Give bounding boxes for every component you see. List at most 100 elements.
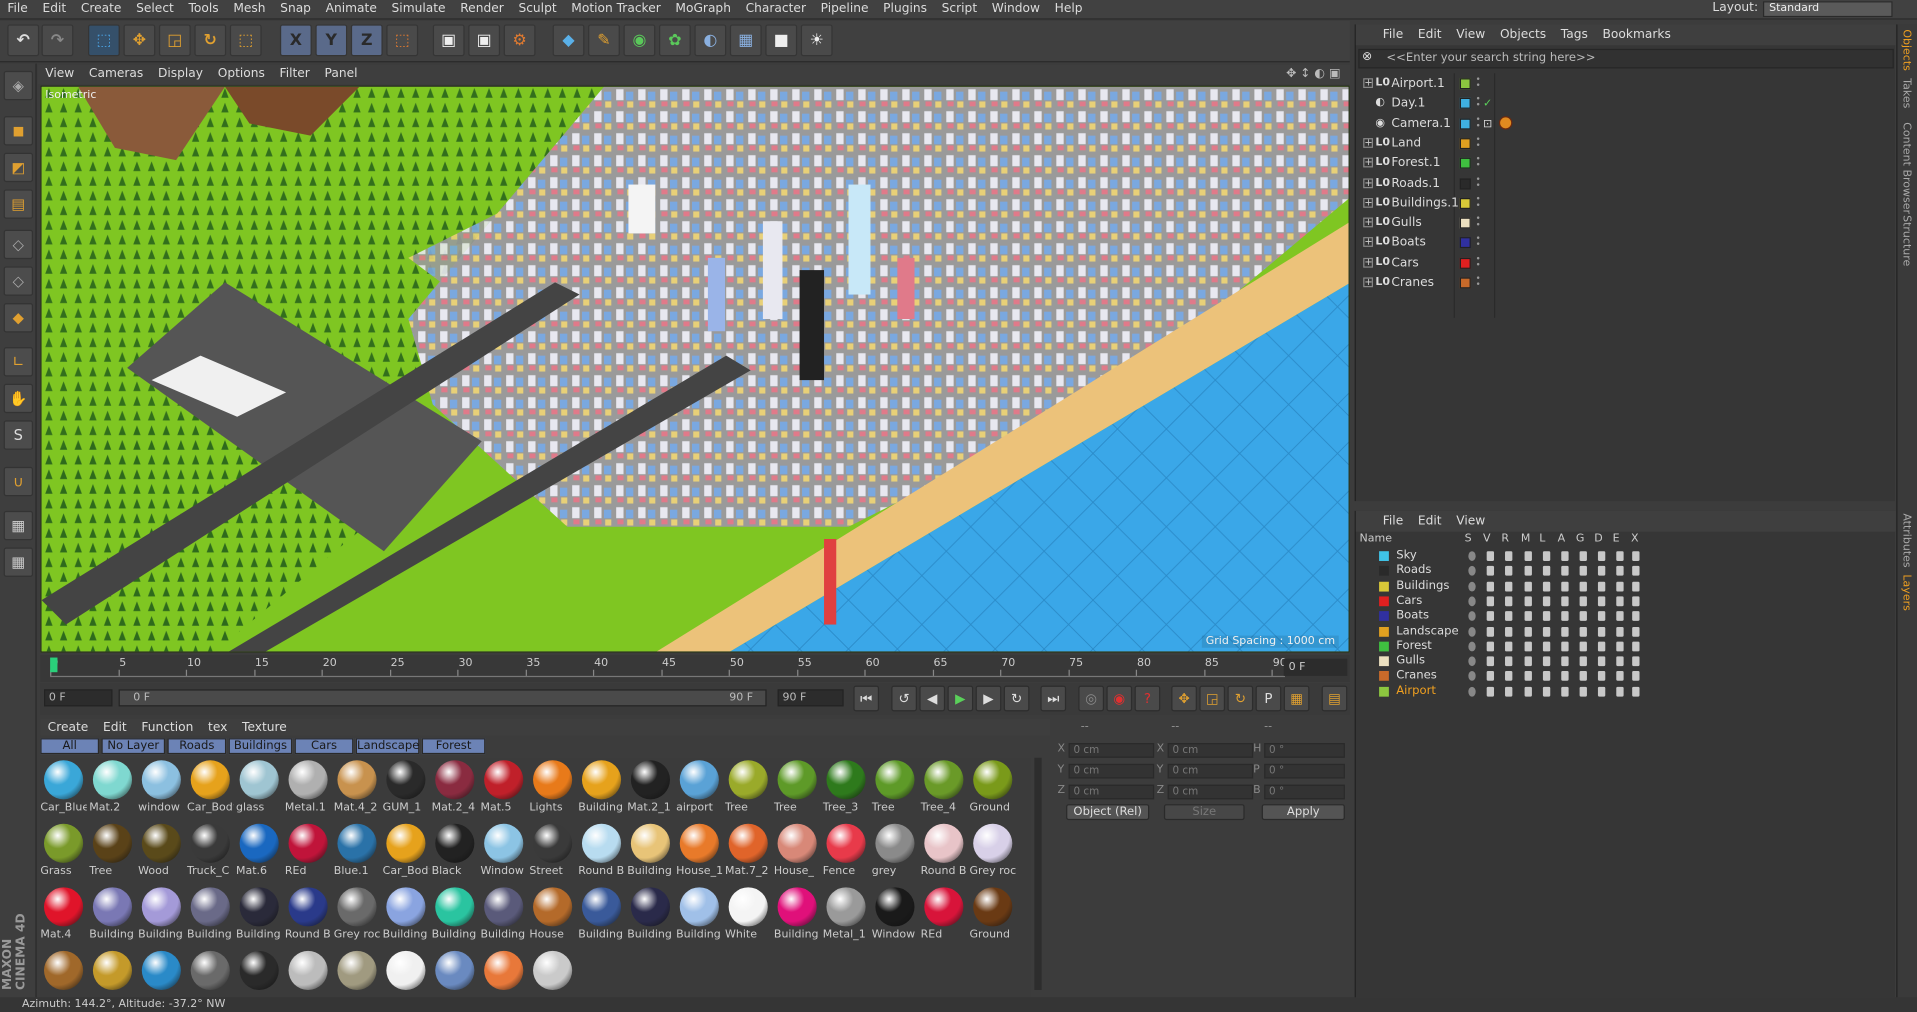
layer-toggle-icon[interactable] [1542, 626, 1551, 637]
layer-toggle-icon[interactable] [1632, 641, 1640, 652]
material-menu-create[interactable]: Create [40, 720, 95, 737]
menu-character[interactable]: Character [738, 0, 813, 18]
layer-toggle-icon[interactable] [1616, 551, 1624, 561]
object-row[interactable]: ◐ Day.1 • • [1356, 94, 1896, 114]
size-field[interactable]: 0 cm [1167, 743, 1254, 758]
material-swatch[interactable]: Building [187, 885, 233, 946]
layer-toggle-icon[interactable] [1486, 656, 1495, 667]
layer-toggle-icon[interactable] [1561, 626, 1569, 637]
subdivision-surface-icon[interactable]: ◉ [623, 24, 656, 57]
material-swatch[interactable]: Ground [970, 885, 1016, 946]
camera-icon[interactable]: ■ [765, 24, 798, 57]
material-tab-no-layer[interactable]: No Layer [101, 738, 166, 755]
visibility-dots-icon[interactable]: • • [1476, 95, 1481, 110]
material-swatch[interactable]: Fence [823, 821, 869, 882]
material-swatch[interactable]: Building [676, 885, 722, 946]
layer-toggle-icon[interactable] [1486, 626, 1495, 637]
material-swatch[interactable]: Truck_C [187, 821, 233, 882]
menu-render[interactable]: Render [453, 0, 511, 18]
visibility-dots-icon[interactable]: • • [1476, 175, 1481, 190]
object-row[interactable]: + L0 Boats • • [1356, 234, 1896, 254]
timeline-window-icon[interactable]: ▤ [1321, 685, 1348, 712]
go-to-end-icon[interactable]: ⏭ [1040, 685, 1067, 712]
layer-toggle-icon[interactable] [1486, 596, 1495, 607]
object-row[interactable]: + L0 Cranes • • [1356, 274, 1896, 294]
layer-toggle-icon[interactable] [1579, 551, 1587, 561]
layer-row[interactable]: Gulls [1356, 654, 1896, 669]
viewport-menu-options[interactable]: Options [210, 65, 272, 85]
layer-toggle-icon[interactable] [1505, 641, 1513, 652]
layer-toggle-icon[interactable] [1579, 671, 1587, 682]
menu-sculpt[interactable]: Sculpt [511, 0, 564, 18]
layer-toggle-icon[interactable] [1561, 686, 1569, 697]
layer-toggle-icon[interactable] [1542, 641, 1551, 652]
layer-toggle-icon[interactable] [1505, 581, 1513, 592]
layer-toggle-icon[interactable] [1632, 656, 1640, 667]
material-tab-roads[interactable]: Roads [167, 738, 227, 755]
layer-toggle-icon[interactable] [1561, 581, 1569, 592]
material-swatch[interactable]: window [138, 758, 184, 819]
menu-help[interactable]: Help [1047, 0, 1090, 18]
layer-toggle-icon[interactable] [1505, 686, 1513, 697]
material-swatch[interactable]: Mat.4 [40, 885, 86, 946]
layer-toggle-icon[interactable] [1542, 611, 1551, 622]
rotate-icon[interactable]: ↻ [194, 24, 227, 57]
material-swatch[interactable]: Mat.5 [480, 758, 526, 819]
menu-pipeline[interactable]: Pipeline [813, 0, 876, 18]
mograph-cloner-icon[interactable]: ✿ [658, 24, 691, 57]
layer-row[interactable]: Buildings [1356, 579, 1896, 594]
layer-toggle-icon[interactable] [1632, 686, 1640, 697]
workplane-icon[interactable]: ▤ [3, 189, 34, 219]
snap-icon[interactable]: S [3, 420, 34, 450]
size-field[interactable]: 0 cm [1167, 784, 1254, 800]
x-axis-lock-button[interactable]: X [279, 24, 312, 57]
side-tab-attributes[interactable]: Attributes [1900, 513, 1912, 567]
size-mode-dropdown[interactable]: Size [1163, 804, 1245, 821]
material-swatch[interactable]: Building [627, 821, 673, 882]
expand-toggle-icon[interactable]: + [1363, 157, 1373, 168]
viewport-menu-cameras[interactable]: Cameras [82, 65, 151, 85]
layer-row[interactable]: Boats [1356, 609, 1896, 624]
previous-key-icon[interactable]: ↺ [891, 685, 917, 712]
keyframe-selection-icon[interactable]: ? [1134, 685, 1161, 712]
expand-toggle-icon[interactable]: + [1363, 277, 1373, 288]
material-swatch[interactable]: Grey roc [334, 885, 380, 946]
menu-simulate[interactable]: Simulate [384, 0, 453, 18]
material-swatch[interactable]: House [529, 885, 575, 946]
layer-toggle-icon[interactable] [1486, 581, 1495, 592]
layer-toggle-icon[interactable] [1542, 551, 1551, 561]
material-swatch[interactable]: Tree [774, 758, 820, 819]
object-menu-file[interactable]: File [1375, 24, 1410, 45]
material-swatch[interactable]: Tree [872, 758, 918, 819]
menu-select[interactable]: Select [129, 0, 181, 18]
pen-spline-icon[interactable]: ✎ [588, 24, 620, 57]
layer-toggle-icon[interactable] [1579, 566, 1587, 577]
material-swatch[interactable]: Mat.2 [89, 758, 135, 819]
expand-toggle-icon[interactable]: + [1363, 137, 1373, 148]
start-frame-field[interactable]: 0 F [44, 689, 113, 707]
material-swatch[interactable]: Mat.6 [236, 821, 282, 882]
layer-toggle-icon[interactable] [1616, 626, 1624, 637]
material-swatch[interactable]: Building [138, 885, 184, 946]
material-swatch[interactable]: Car_Blue [40, 758, 87, 819]
layer-toggle-icon[interactable] [1468, 686, 1476, 697]
layer-row[interactable]: Airport [1356, 684, 1896, 699]
material-swatch[interactable]: GUM_1 [383, 758, 429, 819]
layer-toggle-icon[interactable] [1468, 596, 1476, 607]
make-editable-icon[interactable]: ◈ [3, 70, 34, 101]
layer-toggle-icon[interactable] [1579, 626, 1587, 637]
layer-toggle-icon[interactable] [1597, 656, 1606, 667]
material-swatch[interactable]: Lights [529, 758, 575, 819]
object-menu-edit[interactable]: Edit [1411, 24, 1449, 45]
viewport-menu-display[interactable]: Display [151, 65, 211, 85]
layer-toggle-icon[interactable] [1616, 656, 1624, 667]
timeline-ruler[interactable]: 051015202530354045505560657075808590 0 F [40, 655, 1350, 682]
floor-icon[interactable]: ▦ [729, 24, 762, 57]
layer-toggle-icon[interactable] [1542, 566, 1551, 577]
current-frame-field[interactable]: 0 F [1283, 658, 1348, 676]
layer-menu-view[interactable]: View [1449, 511, 1493, 532]
material-swatch[interactable]: Blue.1 [334, 821, 380, 882]
object-menu-bookmarks[interactable]: Bookmarks [1595, 24, 1678, 45]
locked-workplane-icon[interactable]: ▦ [3, 547, 34, 577]
menu-file[interactable]: File [0, 0, 35, 18]
